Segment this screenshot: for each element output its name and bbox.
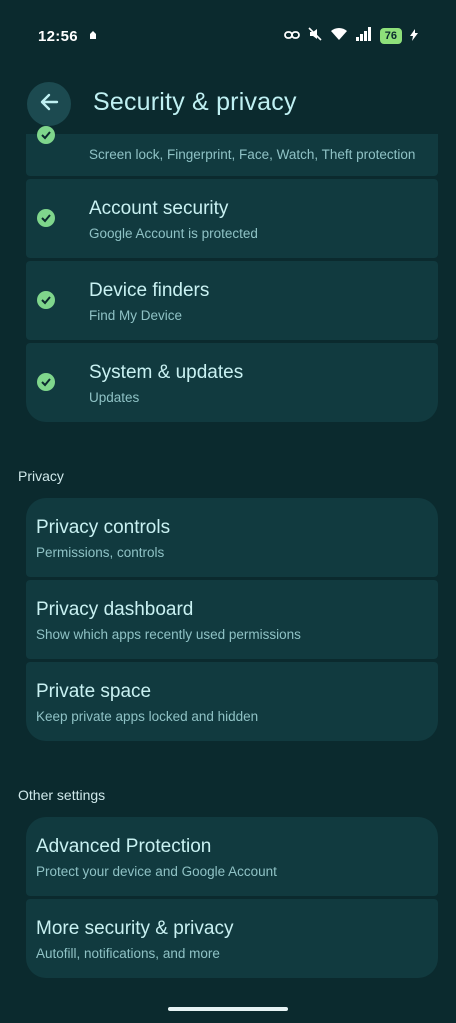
charging-icon (410, 28, 418, 45)
list-item-title: Device finders (89, 280, 210, 301)
list-item-subtitle: Autofill, notifications, and more (36, 946, 220, 961)
home-indicator[interactable] (168, 1007, 288, 1011)
notification-icon (88, 28, 100, 45)
check-circle-icon (37, 209, 55, 227)
check-circle-icon (37, 373, 55, 391)
list-item-device-unlock[interactable]: Screen lock, Fingerprint, Face, Watch, T… (26, 126, 438, 176)
list-item-privacy-dashboard[interactable]: Privacy dashboard Show which apps recent… (26, 580, 438, 659)
wifi-icon (330, 27, 348, 45)
mute-icon (308, 27, 322, 45)
list-item-title: More security & privacy (36, 918, 234, 939)
list-item-subtitle: Google Account is protected (89, 226, 258, 241)
security-status-group: Screen lock, Fingerprint, Face, Watch, T… (26, 126, 438, 425)
status-bar: 12:56 76 (0, 0, 456, 72)
page-title: Security & privacy (93, 88, 297, 116)
list-item-subtitle: Updates (89, 390, 140, 405)
list-item-advanced-protection[interactable]: Advanced Protection Protect your device … (26, 817, 438, 896)
list-item-title: Account security (89, 198, 229, 219)
list-item-title: Privacy dashboard (36, 599, 194, 620)
list-item-account-security[interactable]: Account security Google Account is prote… (26, 179, 438, 258)
section-header-other-settings: Other settings (18, 787, 106, 803)
link-icon (283, 28, 300, 45)
list-item-more-security-privacy[interactable]: More security & privacy Autofill, notifi… (26, 899, 438, 978)
battery-level: 76 (379, 28, 402, 44)
check-circle-icon (37, 126, 55, 144)
list-item-device-finders[interactable]: Device finders Find My Device (26, 261, 438, 340)
list-item-subtitle: Find My Device (89, 308, 183, 323)
signal-icon (355, 27, 372, 45)
list-item-private-space[interactable]: Private space Keep private apps locked a… (26, 662, 438, 741)
status-time: 12:56 (38, 27, 78, 45)
list-item-subtitle: Protect your device and Google Account (36, 864, 277, 879)
list-item-title: System & updates (89, 362, 244, 383)
list-item-privacy-controls[interactable]: Privacy controls Permissions, controls (26, 498, 438, 577)
other-settings-group: Advanced Protection Protect your device … (26, 817, 438, 981)
check-circle-icon (37, 291, 55, 309)
app-bar: Security & privacy (0, 78, 456, 134)
list-item-title: Private space (36, 681, 152, 702)
privacy-group: Privacy controls Permissions, controls P… (26, 498, 438, 744)
section-header-privacy: Privacy (18, 468, 64, 484)
list-item-subtitle: Show which apps recently used permission… (36, 627, 301, 642)
list-item-subtitle: Permissions, controls (36, 545, 165, 560)
list-item-system-updates[interactable]: System & updates Updates (26, 343, 438, 422)
list-item-title: Privacy controls (36, 517, 171, 538)
arrow-back-icon (38, 91, 60, 118)
list-item-title: Advanced Protection (36, 836, 212, 857)
list-item-subtitle: Keep private apps locked and hidden (36, 709, 259, 724)
list-item-subtitle: Screen lock, Fingerprint, Face, Watch, T… (89, 147, 416, 162)
back-button[interactable] (27, 82, 71, 126)
